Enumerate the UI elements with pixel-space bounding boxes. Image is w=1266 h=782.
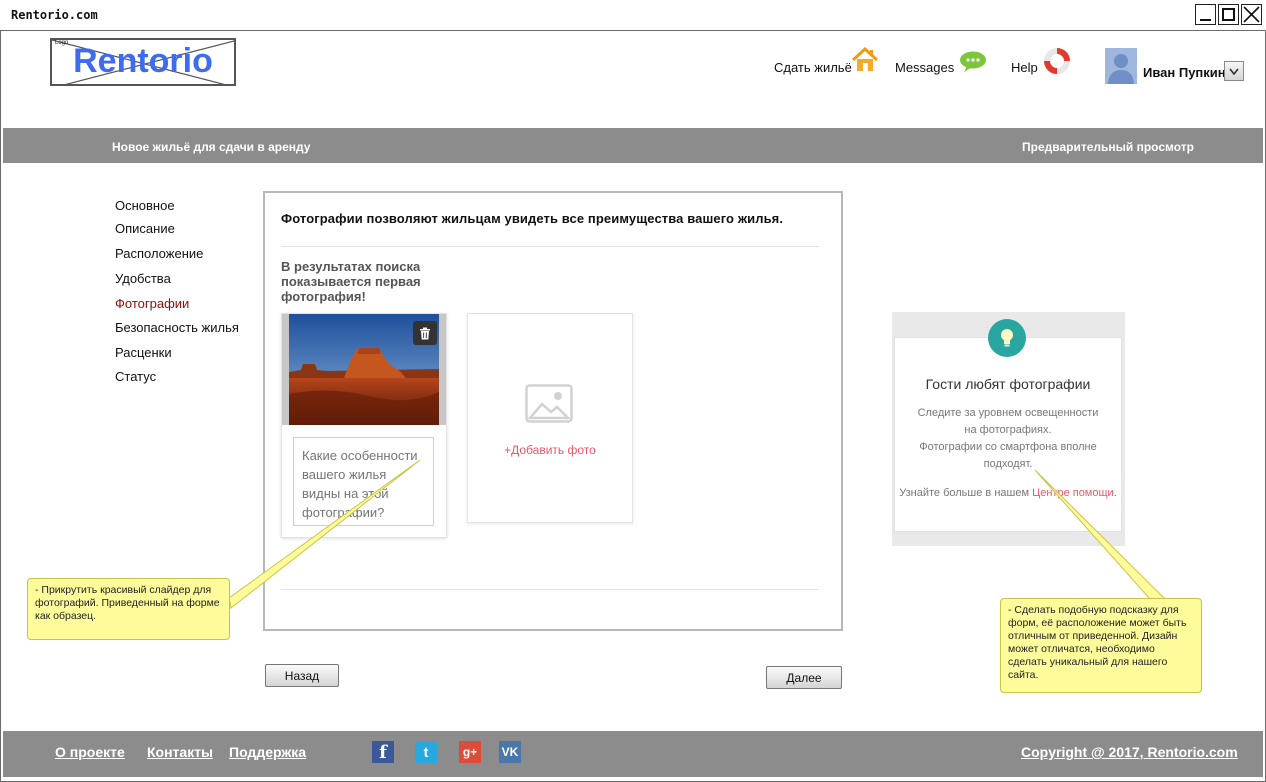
trash-icon — [420, 327, 430, 339]
nav-help[interactable]: Help — [1011, 60, 1038, 75]
menu-item-pricing[interactable]: Расценки — [115, 345, 172, 360]
next-button[interactable]: Далее — [766, 666, 842, 689]
twitter-icon[interactable]: t — [415, 741, 437, 763]
help-center-link[interactable]: Центре помощи — [1032, 487, 1114, 499]
chevron-down-icon — [1229, 68, 1239, 75]
lightbulb-icon — [988, 319, 1026, 357]
menu-item-description[interactable]: Описание — [115, 221, 175, 236]
avatar[interactable] — [1105, 48, 1137, 84]
add-photo-link[interactable]: +Добавить фото — [467, 443, 633, 457]
annotation-note-tip: - Сделать подобную подсказку для форм, е… — [1000, 598, 1202, 693]
annotation-note-slider: - Прикрутить красивый слайдер для фотогр… — [27, 578, 230, 640]
tip-line: Фотографии со смартфона вполне — [919, 441, 1097, 453]
tip-more-prefix: Узнайте больше в нашем — [899, 487, 1033, 499]
window-title: Rentorio.com — [11, 8, 98, 22]
minimize-button[interactable] — [1195, 4, 1216, 25]
chat-bubble-icon[interactable] — [959, 51, 987, 73]
menu-item-basic[interactable]: Основное — [115, 198, 175, 213]
preview-link[interactable]: Предварительный просмотр — [1022, 140, 1194, 154]
close-button[interactable] — [1241, 4, 1262, 25]
image-icon — [525, 384, 573, 423]
photo-side-strip-left — [282, 314, 289, 425]
user-name[interactable]: Иван Пупкин — [1143, 65, 1226, 80]
facebook-icon[interactable]: f — [372, 741, 394, 763]
tip-more-text: Узнайте больше в нашем Центре помощи. — [894, 485, 1122, 502]
photo-caption-field[interactable] — [293, 437, 434, 526]
photo-side-strip-right — [439, 314, 446, 425]
section-title: Новое жильё для сдачи в аренду — [112, 140, 311, 154]
vk-icon[interactable]: VK — [499, 741, 521, 763]
user-menu-dropdown[interactable] — [1224, 61, 1244, 81]
footer-link-about[interactable]: О проекте — [55, 744, 125, 760]
menu-item-safety[interactable]: Безопасность жилья — [115, 320, 239, 335]
menu-item-status[interactable]: Статус — [115, 369, 156, 384]
menu-item-photos[interactable]: Фотографии — [115, 296, 189, 311]
copyright-link[interactable]: Copyright @ 2017, Rentorio.com — [1021, 744, 1238, 760]
tip-line: на фотографиях. — [964, 424, 1052, 436]
footer-link-support[interactable]: Поддержка — [229, 744, 306, 760]
title-bar — [0, 0, 1266, 31]
nav-rent-out[interactable]: Сдать жильё — [774, 60, 852, 75]
lifebuoy-icon[interactable] — [1043, 47, 1071, 75]
nav-messages[interactable]: Messages — [895, 60, 954, 75]
tip-line: Следите за уровнем освещенности — [917, 407, 1099, 419]
tip-title: Гости любят фотографии — [925, 376, 1091, 392]
divider-top — [281, 246, 819, 247]
house-icon[interactable] — [851, 47, 879, 73]
divider-bottom — [281, 589, 819, 590]
maximize-button[interactable] — [1218, 4, 1239, 25]
google-plus-icon[interactable]: g+ — [459, 741, 481, 763]
menu-item-amenities[interactable]: Удобства — [115, 271, 171, 286]
back-button[interactable]: Назад — [265, 664, 339, 687]
tip-more-suffix: . — [1113, 487, 1117, 499]
logo-text: Rentorio — [73, 42, 213, 80]
delete-photo-button[interactable] — [413, 321, 437, 345]
close-icon — [1243, 6, 1260, 23]
menu-item-location[interactable]: Расположение — [115, 246, 203, 261]
avatar-icon — [1108, 54, 1134, 84]
first-photo-hint: В результатах поиска показывается первая… — [281, 259, 421, 304]
photos-intro-text: Фотографии позволяют жильцам увидеть все… — [281, 211, 784, 226]
logo[interactable]: Logo Rentorio — [50, 38, 236, 86]
footer-link-contacts[interactable]: Контакты — [147, 744, 213, 760]
tip-line: подходят. — [983, 458, 1033, 470]
